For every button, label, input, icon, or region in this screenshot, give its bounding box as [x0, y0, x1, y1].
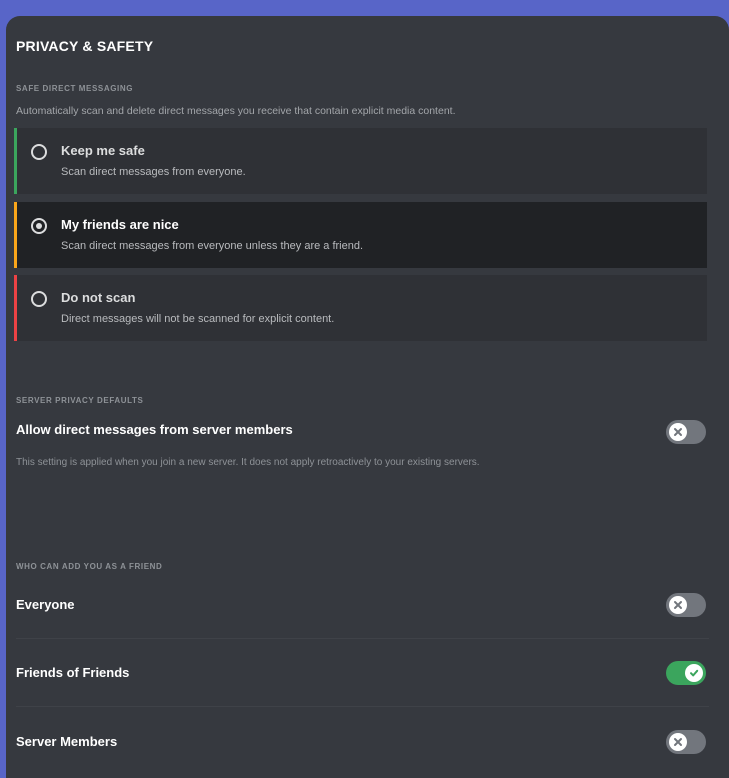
server-dm-toggle[interactable] [666, 420, 706, 444]
row-divider [16, 706, 709, 707]
friend-request-friends-of-friends-toggle[interactable] [666, 661, 706, 685]
check-icon [690, 669, 699, 677]
option-title: Keep me safe [61, 143, 145, 158]
radio-button[interactable] [31, 291, 47, 307]
settings-panel: PRIVACY & SAFETY SAFE DIRECT MESSAGING A… [6, 16, 729, 778]
option-title: Do not scan [61, 290, 136, 305]
option-subtitle: Direct messages will not be scanned for … [61, 313, 335, 325]
toggle-knob [669, 423, 687, 441]
radio-button[interactable] [31, 218, 47, 234]
radio-dot [36, 223, 42, 229]
friend-request-friends-of-friends-label: Friends of Friends [16, 665, 130, 680]
close-icon [674, 738, 682, 746]
friend-request-everyone-toggle[interactable] [666, 593, 706, 617]
server-dm-setting-description: This setting is applied when you join a … [16, 457, 480, 468]
safe-dm-section-label: SAFE DIRECT MESSAGING [16, 84, 134, 93]
safe-dm-option-do-not-scan[interactable]: Do not scan Direct messages will not be … [14, 275, 707, 341]
close-icon [674, 428, 682, 436]
friend-request-server-members-toggle[interactable] [666, 730, 706, 754]
safe-dm-option-friends-are-nice[interactable]: My friends are nice Scan direct messages… [14, 202, 707, 268]
close-icon [674, 601, 682, 609]
radio-button[interactable] [31, 144, 47, 160]
page-title: PRIVACY & SAFETY [16, 38, 154, 54]
friend-requests-section-label: WHO CAN ADD YOU AS A FRIEND [16, 562, 163, 571]
option-subtitle: Scan direct messages from everyone unles… [61, 240, 364, 252]
safe-dm-description: Automatically scan and delete direct mes… [16, 105, 456, 117]
server-dm-setting-title: Allow direct messages from server member… [16, 422, 293, 437]
server-privacy-section-label: SERVER PRIVACY DEFAULTS [16, 396, 144, 405]
option-title: My friends are nice [61, 217, 179, 232]
row-divider [16, 638, 709, 639]
toggle-knob [669, 733, 687, 751]
friend-request-everyone-label: Everyone [16, 597, 75, 612]
friend-request-server-members-label: Server Members [16, 734, 118, 749]
option-subtitle: Scan direct messages from everyone. [61, 166, 246, 178]
toggle-knob [685, 664, 703, 682]
toggle-knob [669, 596, 687, 614]
safe-dm-option-keep-me-safe[interactable]: Keep me safe Scan direct messages from e… [14, 128, 707, 194]
